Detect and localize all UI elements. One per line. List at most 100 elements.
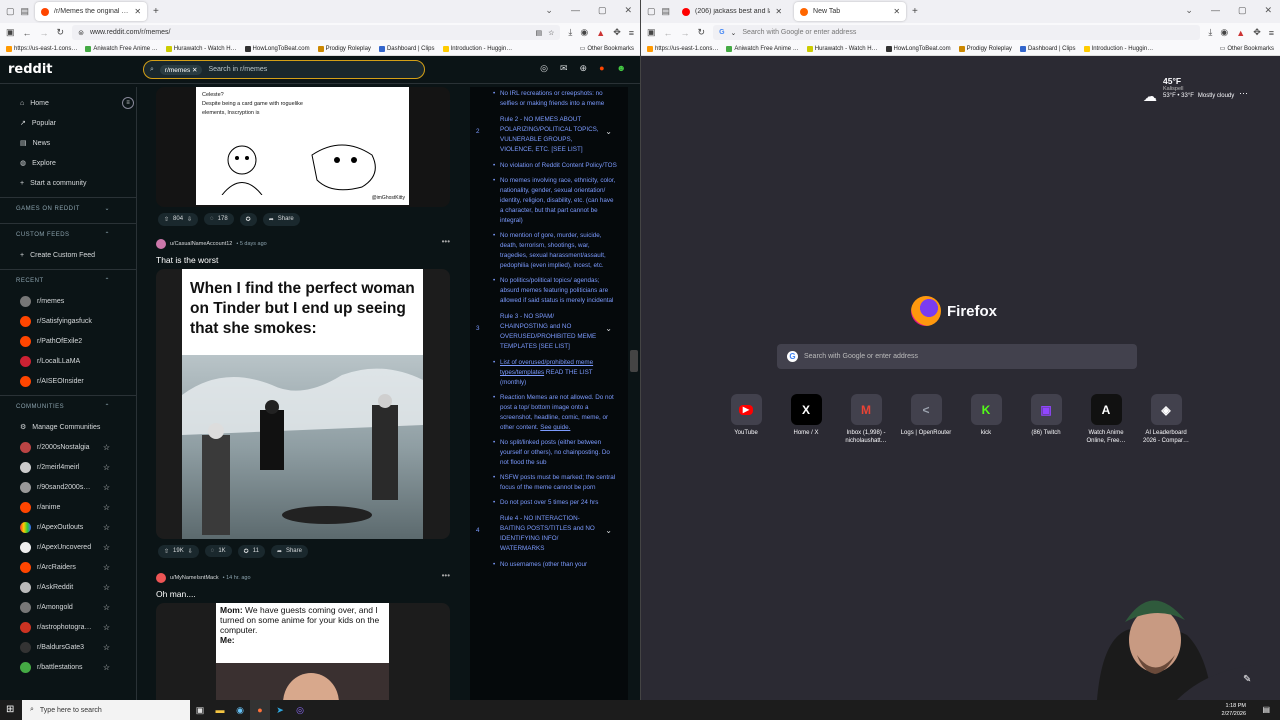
address-bar[interactable]: G ⌄ Search with Google or enter address	[713, 25, 1201, 40]
sidebar-item-community[interactable]: r/90sand2000s… ☆	[0, 477, 136, 497]
comments-button[interactable]: ◌ 178	[204, 213, 234, 225]
chevron-down-icon[interactable]: ⌄	[605, 324, 612, 334]
post-title[interactable]: That is the worst	[156, 251, 467, 269]
shortcut-tile[interactable]: A Watch Anime Online, Free…	[1079, 394, 1133, 445]
bookmark-item[interactable]: Hurawatch - Watch H…	[165, 45, 237, 52]
see-guide-link[interactable]: See guide.	[540, 424, 570, 431]
extension-icon[interactable]: ▲	[596, 28, 605, 38]
reload-icon[interactable]: ↻	[698, 27, 706, 38]
award-button[interactable]: ✪	[239, 212, 257, 226]
sidebar-item-community[interactable]: r/2000sNostalgia ☆	[0, 437, 136, 457]
chevron-down-icon[interactable]: ⌄	[605, 526, 612, 536]
sidebar-item-community[interactable]: r/anime ☆	[0, 497, 136, 517]
shortcut-tile[interactable]: M Inbox (1,998) - nicholaushatt…	[839, 394, 893, 445]
recent-section-header[interactable]: RECENT ⌃	[0, 269, 136, 291]
more-options-icon[interactable]: •••	[442, 571, 450, 580]
back-icon[interactable]: ←	[23, 28, 32, 38]
taskbar-search-input[interactable]: ⌕ Type here to search	[22, 700, 190, 720]
new-tab-search-input[interactable]: G Search with Google or enter address	[777, 344, 1137, 369]
collapse-sidebar-icon[interactable]: ≡	[122, 97, 134, 109]
new-tab-icon[interactable]: +	[153, 6, 159, 17]
sidebar-item-community[interactable]: r/AskReddit ☆	[0, 577, 136, 597]
close-tab-icon[interactable]: ✕	[134, 7, 141, 16]
windows-start-icon[interactable]: ⊞	[6, 704, 14, 715]
sidebar-toggle-icon[interactable]: ▤	[21, 6, 30, 17]
bookmark-item[interactable]: Introduction - Huggin…	[1083, 45, 1153, 52]
file-explorer-icon[interactable]: ▬	[210, 700, 230, 720]
chevron-down-icon[interactable]: ⌄	[545, 5, 553, 16]
more-options-icon[interactable]: •••	[442, 237, 450, 246]
extensions-icon[interactable]: ✥	[1253, 27, 1261, 38]
account-icon[interactable]: ◉	[1220, 27, 1228, 38]
create-post-icon[interactable]: ⊕	[580, 63, 588, 74]
bookmark-item[interactable]: Dashboard | Clips	[378, 45, 435, 52]
bookmark-item[interactable]: HowLongToBeat.com	[885, 45, 951, 52]
tab-reddit-memes[interactable]: /r/Memes the original since 20… ✕	[35, 2, 148, 21]
extension-icon[interactable]: ▲	[1236, 28, 1245, 38]
downvote-icon[interactable]: ⇩	[188, 548, 193, 555]
favorite-star-icon[interactable]: ☆	[103, 623, 110, 632]
rule-item[interactable]: 3 Rule 3 - NO SPAM/ CHAINPOSTING and NO O…	[476, 312, 618, 352]
post-author[interactable]: u/MyNameIsntMack	[170, 575, 219, 581]
bookmark-item[interactable]: Dashboard | Clips	[1019, 45, 1076, 52]
minimize-icon[interactable]: —	[1211, 5, 1220, 16]
weather-widget[interactable]: ☁ 45°F Kalispell 53°F • 33°F Mostly cloud…	[1143, 76, 1248, 104]
reload-icon[interactable]: ↻	[57, 27, 65, 38]
favorite-star-icon[interactable]: ☆	[103, 543, 110, 552]
rule-item[interactable]: 2 Rule 2 - NO MEMES ABOUT POLARIZING/POLI…	[476, 115, 618, 155]
bookmark-star-icon[interactable]: ☆	[548, 29, 554, 37]
shortcut-tile[interactable]: X Home / X	[779, 394, 833, 437]
post-author[interactable]: u/CasualNameAccount12	[170, 241, 232, 247]
comments-button[interactable]: ◌ 1K	[204, 545, 232, 557]
sidebar-item-community[interactable]: r/ApexOutlouts ☆	[0, 517, 136, 537]
bookmark-item[interactable]: https://us-east-1.cons…	[6, 45, 77, 52]
post-image-comic[interactable]: Celeste? Despite being a card game with …	[156, 87, 450, 207]
other-bookmarks[interactable]: ▭ Other Bookmarks	[580, 45, 634, 53]
extensions-icon[interactable]: ✥	[613, 27, 621, 38]
sidebar-item-community[interactable]: r/BaldursGate3 ☆	[0, 637, 136, 657]
favorite-star-icon[interactable]: ☆	[103, 503, 110, 512]
maximize-icon[interactable]: ▢	[1238, 5, 1247, 16]
scrollbar[interactable]	[630, 350, 638, 372]
favorite-star-icon[interactable]: ☆	[103, 483, 110, 492]
reader-view-icon[interactable]: ▤	[536, 29, 543, 37]
vote-pill[interactable]: ⇧ 804 ⇩	[158, 212, 199, 226]
favorite-star-icon[interactable]: ☆	[103, 563, 110, 572]
reddit-search-input[interactable]: ⌕ r/memes ✕ Search in r/memes	[143, 60, 425, 79]
tab-list-icon[interactable]: ▢	[647, 6, 656, 17]
sidebar-item-recent[interactable]: r/AISEOInsider	[0, 371, 136, 391]
award-button[interactable]: ✪ 11	[237, 544, 265, 558]
post-image-meme[interactable]: Mom: We have guests coming over, and I t…	[156, 603, 450, 700]
downloads-icon[interactable]: ⤓	[1208, 27, 1212, 38]
task-view-icon[interactable]: ▣	[190, 700, 210, 720]
sidebar-item-community[interactable]: r/battlestations ☆	[0, 657, 136, 677]
sidebar-item-community[interactable]: r/ApexUncovered ☆	[0, 537, 136, 557]
other-bookmarks[interactable]: ▭ Other Bookmarks	[1220, 45, 1274, 53]
account-icon[interactable]: ◉	[580, 27, 588, 38]
vote-pill[interactable]: ⇧ 19K ⇩	[158, 544, 199, 558]
shortcut-tile[interactable]: ▣ (86) Twitch	[1019, 394, 1073, 437]
sidebar-item-popular[interactable]: ↗ Popular	[0, 113, 136, 133]
upvote-icon[interactable]: ⇧	[164, 548, 169, 555]
sidebar-item-home[interactable]: ⌂ Home ≡	[0, 93, 136, 113]
sidebar-item-recent[interactable]: r/Satisfyingasfuck	[0, 311, 136, 331]
sidebar-toggle-icon[interactable]: ▤	[662, 6, 671, 17]
sidebar-icon[interactable]: ▣	[647, 27, 656, 38]
advertise-icon[interactable]: ◎	[540, 63, 548, 74]
bookmark-item[interactable]: Prodigy Roleplay	[317, 45, 371, 52]
tab-youtube[interactable]: (206) jackass best and last | OF ✕	[676, 2, 788, 21]
sidebar-item-community[interactable]: r/astrophotogra… ☆	[0, 617, 136, 637]
new-tab-icon[interactable]: +	[912, 6, 918, 17]
communities-section-header[interactable]: COMMUNITIES ⌃	[0, 395, 136, 417]
sidebar-icon[interactable]: ▣	[6, 27, 15, 38]
address-bar[interactable]: ⊜ www.reddit.com/r/memes/ ▤ ☆	[72, 25, 561, 40]
maximize-icon[interactable]: ▢	[598, 5, 607, 16]
sidebar-item-community[interactable]: r/2meirl4meirl ☆	[0, 457, 136, 477]
shortcut-tile[interactable]: ▶ YouTube	[719, 394, 773, 437]
shortcut-tile[interactable]: ◈ AI Leaderboard 2026 - Compar…	[1139, 394, 1193, 445]
obs-icon[interactable]: ◎	[290, 700, 310, 720]
close-window-icon[interactable]: ✕	[624, 5, 632, 16]
tab-list-icon[interactable]: ▢	[6, 6, 15, 17]
bookmark-item[interactable]: HowLongToBeat.com	[244, 45, 310, 52]
close-tab-icon[interactable]: ✕	[893, 7, 900, 16]
